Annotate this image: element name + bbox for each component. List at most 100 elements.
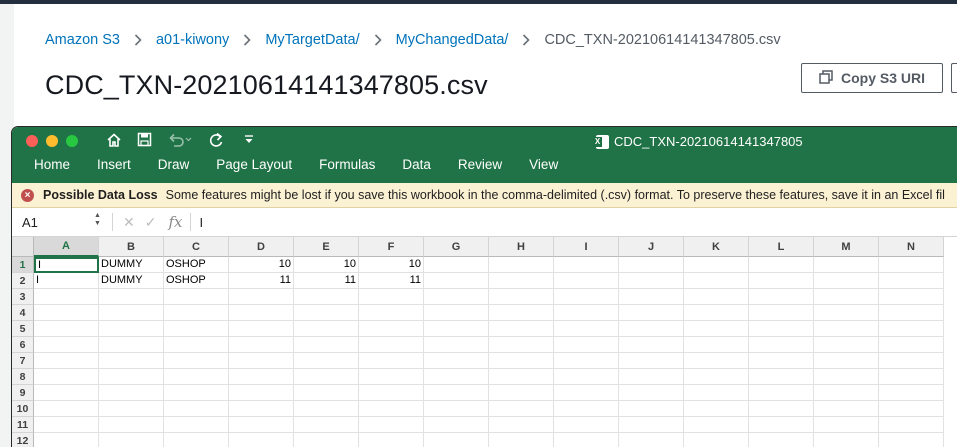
row-header-4[interactable]: 4 — [12, 305, 34, 321]
cell-l1[interactable] — [749, 257, 814, 273]
window-minimize-button[interactable] — [46, 135, 58, 147]
confirm-entry-icon[interactable]: ✓ — [145, 214, 157, 231]
column-header-e[interactable]: E — [294, 237, 359, 257]
cell-b6[interactable] — [99, 337, 164, 353]
cell-e1[interactable]: 10 — [294, 257, 359, 273]
cell-b2[interactable]: DUMMY — [99, 273, 164, 289]
cell-a1[interactable]: I — [34, 257, 99, 273]
tab-review[interactable]: Review — [458, 157, 502, 172]
cell-d7[interactable] — [229, 353, 294, 369]
cell-n9[interactable] — [879, 385, 944, 401]
cell-k12[interactable] — [684, 433, 749, 447]
cell-a7[interactable] — [34, 353, 99, 369]
cell-k2[interactable] — [684, 273, 749, 289]
tab-data[interactable]: Data — [402, 157, 431, 172]
breadcrumb-folder-changed[interactable]: MyChangedData/ — [396, 32, 509, 48]
row-header-7[interactable]: 7 — [12, 353, 34, 369]
select-all-corner[interactable] — [12, 237, 34, 257]
column-header-m[interactable]: M — [814, 237, 879, 257]
cell-e8[interactable] — [294, 369, 359, 385]
cell-l5[interactable] — [749, 321, 814, 337]
cell-b7[interactable] — [99, 353, 164, 369]
cell-c8[interactable] — [164, 369, 229, 385]
cell-n4[interactable] — [879, 305, 944, 321]
tab-formulas[interactable]: Formulas — [319, 157, 375, 172]
cell-j1[interactable] — [619, 257, 684, 273]
cell-g3[interactable] — [424, 289, 489, 305]
cell-f5[interactable] — [359, 321, 424, 337]
cell-e2[interactable]: 11 — [294, 273, 359, 289]
cell-g2[interactable] — [424, 273, 489, 289]
tab-insert[interactable]: Insert — [97, 157, 131, 172]
column-header-h[interactable]: H — [489, 237, 554, 257]
cell-c6[interactable] — [164, 337, 229, 353]
cell-k8[interactable] — [684, 369, 749, 385]
cancel-entry-icon[interactable]: ✕ — [123, 214, 135, 231]
cell-k11[interactable] — [684, 417, 749, 433]
row-header-8[interactable]: 8 — [12, 369, 34, 385]
tab-view[interactable]: View — [529, 157, 558, 172]
cell-l8[interactable] — [749, 369, 814, 385]
cell-n3[interactable] — [879, 289, 944, 305]
cell-j10[interactable] — [619, 401, 684, 417]
cell-l7[interactable] — [749, 353, 814, 369]
cell-a10[interactable] — [34, 401, 99, 417]
cell-g4[interactable] — [424, 305, 489, 321]
cell-m2[interactable] — [814, 273, 879, 289]
cell-n10[interactable] — [879, 401, 944, 417]
cell-d5[interactable] — [229, 321, 294, 337]
row-header-10[interactable]: 10 — [12, 401, 34, 417]
cell-a2[interactable]: I — [34, 273, 99, 289]
insert-function-icon[interactable]: fx — [168, 213, 182, 231]
cell-i4[interactable] — [554, 305, 619, 321]
cell-g10[interactable] — [424, 401, 489, 417]
cell-c12[interactable] — [164, 433, 229, 447]
cell-e11[interactable] — [294, 417, 359, 433]
row-header-1[interactable]: 1 — [12, 257, 34, 273]
cell-a4[interactable] — [34, 305, 99, 321]
cell-n12[interactable] — [879, 433, 944, 447]
cell-c10[interactable] — [164, 401, 229, 417]
cell-n7[interactable] — [879, 353, 944, 369]
cell-j2[interactable] — [619, 273, 684, 289]
column-header-n[interactable]: N — [879, 237, 944, 257]
cell-h12[interactable] — [489, 433, 554, 447]
cell-m11[interactable] — [814, 417, 879, 433]
cell-a12[interactable] — [34, 433, 99, 447]
cell-g9[interactable] — [424, 385, 489, 401]
dismiss-warning-icon[interactable]: × — [21, 188, 34, 202]
cell-b1[interactable]: DUMMY — [99, 257, 164, 273]
cell-h2[interactable] — [489, 273, 554, 289]
cell-g1[interactable] — [424, 257, 489, 273]
cell-d9[interactable] — [229, 385, 294, 401]
row-header-2[interactable]: 2 — [12, 273, 34, 289]
cell-m8[interactable] — [814, 369, 879, 385]
cell-e6[interactable] — [294, 337, 359, 353]
cell-c7[interactable] — [164, 353, 229, 369]
cell-b4[interactable] — [99, 305, 164, 321]
next-action-button[interactable] — [951, 63, 957, 93]
cell-f10[interactable] — [359, 401, 424, 417]
cell-e12[interactable] — [294, 433, 359, 447]
cell-b5[interactable] — [99, 321, 164, 337]
cell-k9[interactable] — [684, 385, 749, 401]
cell-f12[interactable] — [359, 433, 424, 447]
column-header-c[interactable]: C — [164, 237, 229, 257]
column-header-k[interactable]: K — [684, 237, 749, 257]
cell-g8[interactable] — [424, 369, 489, 385]
cell-j4[interactable] — [619, 305, 684, 321]
column-header-b[interactable]: B — [99, 237, 164, 257]
cell-f4[interactable] — [359, 305, 424, 321]
column-header-f[interactable]: F — [359, 237, 424, 257]
cell-b11[interactable] — [99, 417, 164, 433]
cell-i12[interactable] — [554, 433, 619, 447]
cell-i7[interactable] — [554, 353, 619, 369]
cell-m3[interactable] — [814, 289, 879, 305]
cell-d2[interactable]: 11 — [229, 273, 294, 289]
cell-h7[interactable] — [489, 353, 554, 369]
cell-m12[interactable] — [814, 433, 879, 447]
row-header-5[interactable]: 5 — [12, 321, 34, 337]
redo-icon[interactable] — [208, 132, 224, 153]
row-header-3[interactable]: 3 — [12, 289, 34, 305]
cell-h1[interactable] — [489, 257, 554, 273]
